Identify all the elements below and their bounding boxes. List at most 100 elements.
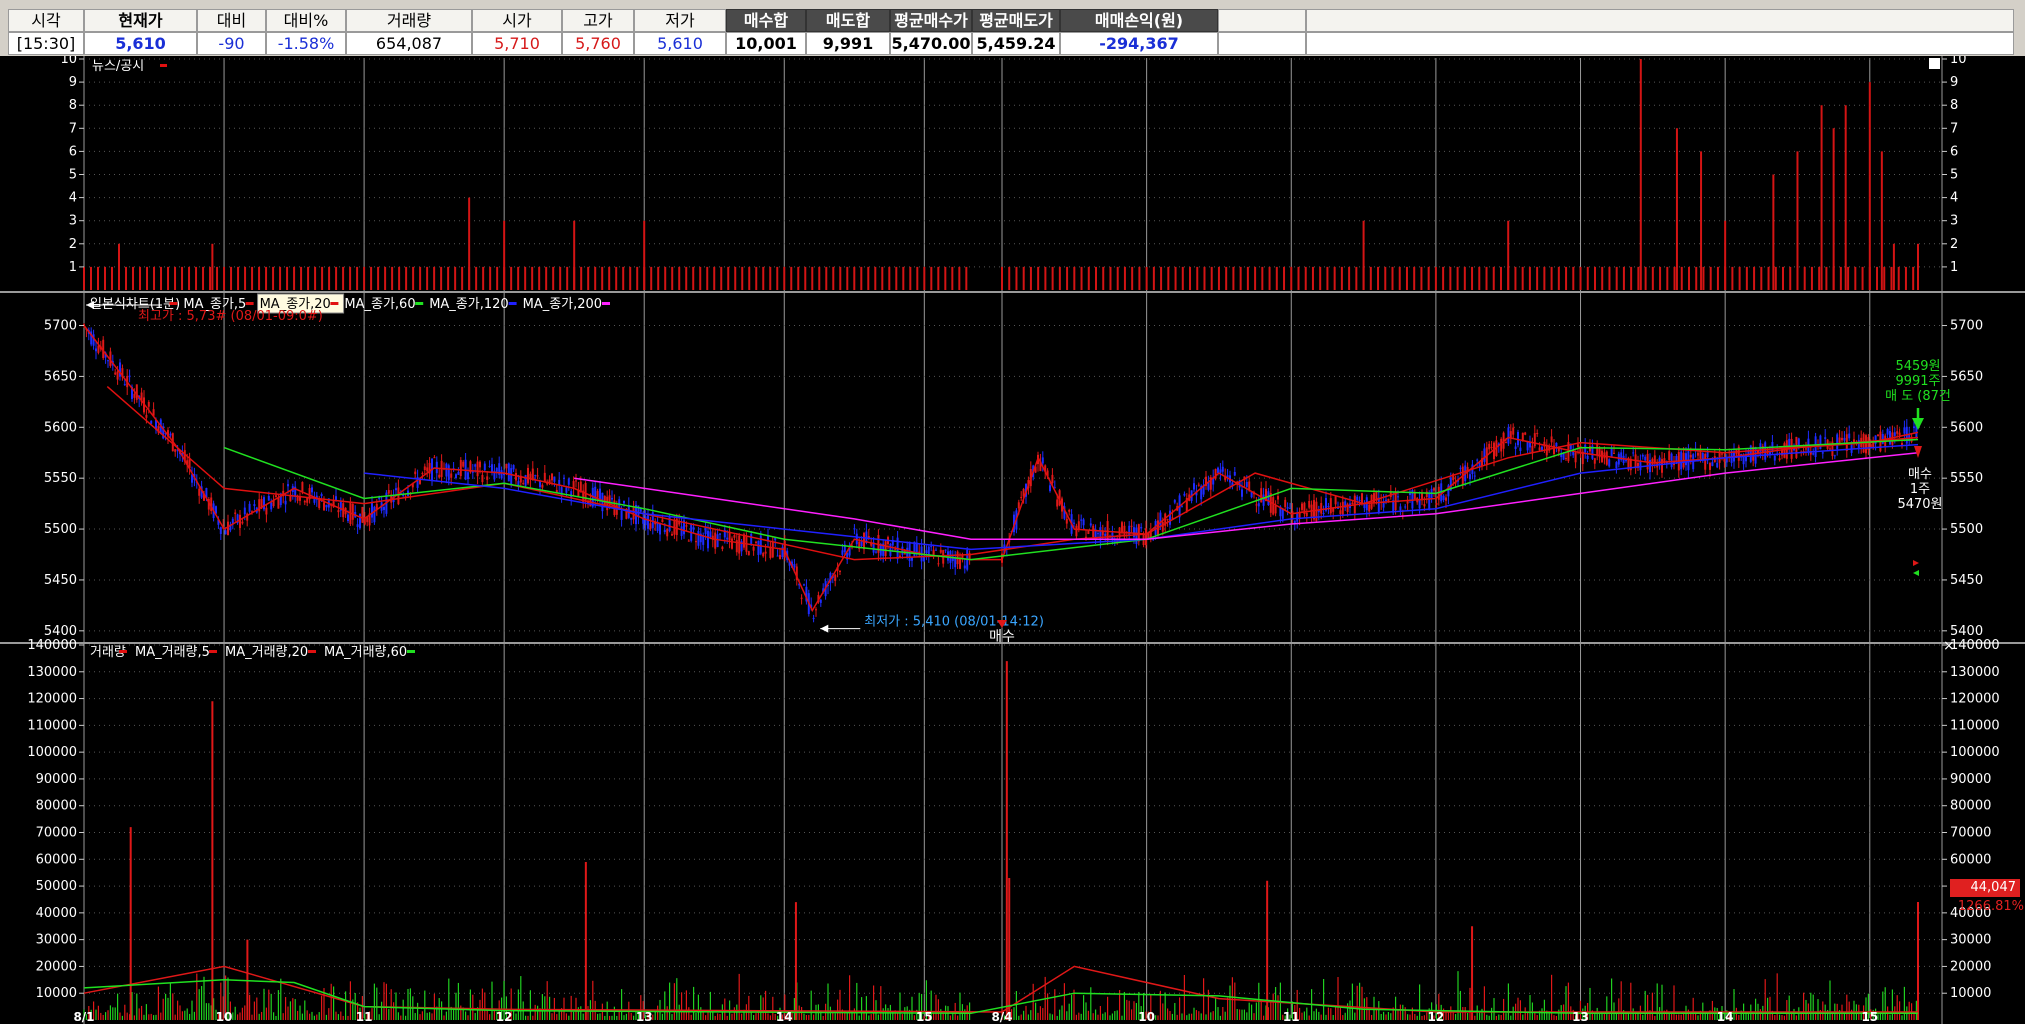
candle-body bbox=[716, 534, 719, 548]
intraday-chart[interactable]: 8/1 10 11 12 13 14 15 8/4 10 11 12 13 14 151 12 23 34 45 5… bbox=[0, 56, 2025, 1024]
candle-body bbox=[1605, 451, 1608, 465]
header-value-3: -1.58% bbox=[266, 32, 346, 55]
x-tick-label: 12 bbox=[496, 1010, 513, 1024]
candle-body bbox=[1068, 509, 1071, 512]
volume-legend-swatch bbox=[407, 650, 415, 653]
candle-body bbox=[1173, 500, 1176, 503]
candle-body bbox=[1877, 434, 1879, 437]
y-tick-label-right: 130000 bbox=[1950, 665, 2000, 680]
candle-body bbox=[1351, 502, 1354, 505]
candle-body bbox=[1773, 455, 1776, 461]
y-tick-label-left: 10000 bbox=[36, 986, 77, 1001]
candle-body bbox=[1080, 519, 1083, 521]
candle-body bbox=[536, 475, 539, 477]
candle-body bbox=[1697, 452, 1699, 456]
x-tick-label: 15 bbox=[1861, 1010, 1878, 1024]
y-tick-label-right: 9 bbox=[1950, 75, 1958, 90]
candle-body bbox=[1896, 431, 1899, 434]
y-tick-label-right: 120000 bbox=[1950, 692, 2000, 707]
candle-body bbox=[834, 575, 837, 581]
candle-body bbox=[1841, 437, 1843, 441]
y-tick-label-right: 2 bbox=[1950, 237, 1958, 252]
sell-annotation-line: 9991주 bbox=[1895, 374, 1940, 389]
candle-body bbox=[565, 487, 568, 493]
candle-body bbox=[721, 546, 724, 550]
header-value-9: 9,991 bbox=[806, 32, 890, 55]
x-tick-label: 11 bbox=[1283, 1010, 1300, 1024]
header-label-1: 현재가 bbox=[84, 9, 197, 32]
header-value-12: -294,367 bbox=[1060, 32, 1218, 55]
close-icon: × bbox=[1943, 638, 1955, 654]
candle-body bbox=[1346, 503, 1349, 512]
candle-body bbox=[275, 495, 277, 497]
header-value-5: 5,710 bbox=[472, 32, 562, 55]
candle-body bbox=[1509, 431, 1512, 438]
candle-body bbox=[445, 463, 448, 477]
candle-body bbox=[1865, 435, 1867, 454]
candle-body bbox=[128, 375, 131, 378]
candle-body bbox=[1087, 530, 1090, 534]
candle-body bbox=[1797, 438, 1800, 446]
candle-body bbox=[1550, 436, 1553, 443]
x-tick-label: 12 bbox=[1428, 1010, 1445, 1024]
buy-marker-label: 매수 bbox=[989, 629, 1015, 645]
candle-body bbox=[395, 488, 397, 491]
volume-legend-item: MA_거래량,5 bbox=[135, 645, 210, 660]
candle-body bbox=[1524, 432, 1527, 435]
x-tick-label: 13 bbox=[636, 1010, 653, 1024]
header-value-2: -90 bbox=[197, 32, 266, 55]
candle-body bbox=[1358, 500, 1361, 502]
candle-body bbox=[459, 459, 462, 477]
chart-background bbox=[0, 56, 2025, 1024]
candle-body bbox=[337, 510, 340, 513]
candle-body bbox=[747, 551, 750, 556]
candle-body bbox=[387, 490, 390, 494]
candle-body bbox=[1562, 453, 1565, 460]
candle-body bbox=[421, 473, 424, 475]
candle-body bbox=[301, 482, 304, 492]
candle-body bbox=[596, 490, 599, 498]
price-legend-swatch bbox=[330, 302, 339, 305]
candle-body bbox=[476, 461, 479, 477]
candle-body bbox=[1668, 451, 1671, 461]
y-tick-label-right: 30000 bbox=[1950, 933, 1991, 948]
volume-last-badge: 44,047 bbox=[1950, 879, 2020, 897]
candle-body bbox=[666, 529, 669, 537]
header-value-10: 5,470.00 bbox=[890, 32, 972, 55]
candle-body bbox=[1526, 441, 1529, 451]
candle-body bbox=[1399, 506, 1402, 511]
candle-body bbox=[135, 384, 138, 400]
candle-body bbox=[812, 617, 815, 619]
y-tick-label-left: 120000 bbox=[27, 692, 77, 707]
candle-body bbox=[1413, 493, 1416, 500]
candle-body bbox=[762, 553, 765, 557]
candle-body bbox=[500, 470, 503, 479]
y-tick-label-left: 2 bbox=[69, 237, 77, 252]
candle-body bbox=[491, 464, 493, 473]
candle-body bbox=[841, 550, 844, 555]
candle-body bbox=[623, 500, 625, 504]
candle-body bbox=[147, 402, 150, 407]
y-tick-label-left: 9 bbox=[69, 75, 77, 90]
candle-body bbox=[611, 497, 613, 500]
candle-body bbox=[1197, 484, 1200, 486]
y-tick-label-right: 5500 bbox=[1950, 522, 1983, 537]
candle-body bbox=[656, 522, 659, 531]
candle-body bbox=[1161, 521, 1164, 532]
candle-body bbox=[1308, 500, 1311, 508]
candle-body bbox=[224, 530, 227, 535]
candle-body bbox=[351, 503, 354, 520]
x-tick-label: 14 bbox=[1717, 1010, 1734, 1024]
candle-body bbox=[1373, 493, 1375, 503]
candle-body bbox=[709, 531, 712, 538]
y-tick-label-right: 140000 bbox=[1950, 638, 2000, 653]
y-tick-label-left: 7 bbox=[69, 121, 77, 136]
candle-body bbox=[510, 468, 513, 486]
y-tick-label-right: 60000 bbox=[1950, 852, 1991, 867]
candle-body bbox=[1433, 488, 1435, 491]
candle-body bbox=[1538, 447, 1541, 451]
candle-body bbox=[1051, 474, 1054, 484]
candle-body bbox=[1610, 448, 1613, 457]
y-tick-label-left: 1 bbox=[69, 260, 77, 275]
candle-body bbox=[488, 465, 491, 467]
